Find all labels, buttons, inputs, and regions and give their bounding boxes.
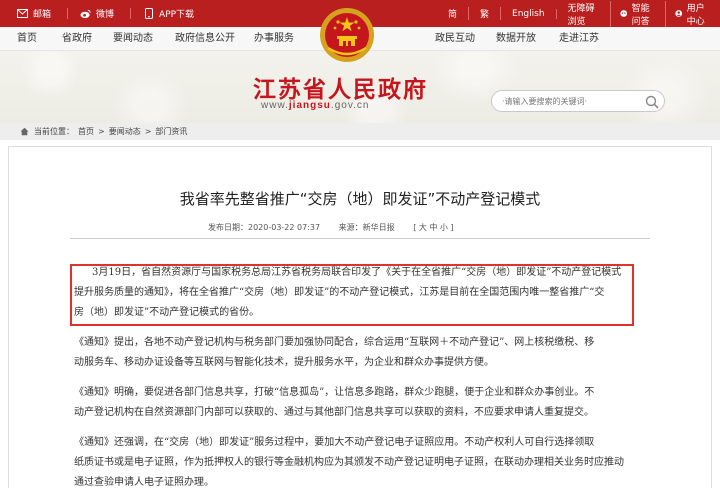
article-line: 动产登记机构在自然资源部门内部可以获取的、通过与其他部门信息共享可以获取的资料，… bbox=[74, 407, 594, 418]
traditional-chinese-link[interactable]: 繁 bbox=[469, 7, 502, 20]
app-icon bbox=[143, 8, 154, 19]
divider bbox=[130, 8, 132, 19]
breadcrumb-item-dept-news[interactable]: 部门资讯 bbox=[155, 126, 187, 137]
topbar-left: 邮箱 微博 APP下载 bbox=[0, 7, 210, 20]
smart-qa-label: 智能问答 bbox=[631, 3, 650, 27]
home-icon bbox=[20, 127, 29, 136]
mail-icon bbox=[17, 8, 28, 19]
user-icon bbox=[675, 10, 683, 17]
simplified-chinese-link[interactable]: 简 bbox=[437, 7, 470, 20]
publish-date: 发布日期：2020-03-22 07:37 bbox=[208, 223, 321, 232]
site-url-brand: jiangsu bbox=[288, 100, 331, 111]
banner-decoration bbox=[110, 71, 190, 123]
site-url-prefix: www. bbox=[261, 100, 289, 111]
article-line: 动服务车、移动办证设备等互联网与智能化技术，提升服务水平，为企业和群众办事提供方… bbox=[74, 357, 494, 368]
nav-item-home[interactable]: 首页 bbox=[17, 27, 37, 51]
mail-label: 邮箱 bbox=[33, 10, 52, 20]
mail-link[interactable]: 邮箱 bbox=[17, 7, 51, 20]
divider bbox=[67, 8, 69, 19]
user-center-label: 用户中心 bbox=[686, 3, 705, 27]
topbar-right: 简 繁 English 无障碍浏览 智能问答 用户中心 bbox=[437, 0, 720, 27]
article-line: 《通知》提出，各地不动产登记机构与税务部门要加强协同配合，综合运用“互联网＋不动… bbox=[74, 337, 595, 348]
smart-qa-link[interactable]: 智能问答 bbox=[611, 0, 667, 27]
nav-item-provincial-government[interactable]: 省政府 bbox=[62, 27, 92, 51]
breadcrumb-label: 当前位置： bbox=[34, 127, 74, 136]
weibo-icon bbox=[80, 8, 91, 19]
site-url: www.jiangsu.gov.cn bbox=[261, 100, 369, 111]
breadcrumb: 当前位置： 首页 > 要闻动态 > 部门资讯 bbox=[0, 123, 720, 140]
breadcrumb-separator: > bbox=[144, 127, 152, 136]
weibo-label: 微博 bbox=[96, 10, 115, 20]
article-line: 纸质证书或是电子证照，作为抵押权人的银行等金融机构应为其颁发不动产登记证明电子证… bbox=[74, 457, 624, 468]
nav-item-news[interactable]: 要闻动态 bbox=[113, 27, 153, 51]
app-download-link[interactable]: APP下载 bbox=[143, 7, 194, 20]
nav-item-open-data[interactable]: 数据开放 bbox=[496, 27, 536, 51]
search-input[interactable] bbox=[502, 94, 637, 109]
user-center-link[interactable]: 用户中心 bbox=[666, 1, 720, 27]
article-title: 我省率先整省推广“交房（地）即发证”不动产登记模式 bbox=[179, 190, 541, 208]
article-line: 3月19日，省自然资源厅与国家税务总局江苏省税务局联合印发了《关于在全省推广“交… bbox=[92, 267, 622, 278]
title-divider bbox=[70, 238, 650, 239]
nav-item-interaction[interactable]: 政民互动 bbox=[435, 27, 475, 51]
article-line: 《通知》明确，要促进各部门信息共享，打破“信息孤岛”，让信息多跑路，群众少跑腿，… bbox=[74, 387, 595, 398]
search-icon bbox=[645, 95, 659, 109]
robot-icon bbox=[620, 10, 628, 17]
weibo-link[interactable]: 微博 bbox=[80, 7, 114, 20]
article-meta: 发布日期：2020-03-22 07:37 来源：新华日报 [ 大 中 小 ] bbox=[208, 222, 454, 233]
national-emblem-icon bbox=[318, 6, 376, 64]
breadcrumb-item-news[interactable]: 要闻动态 bbox=[109, 126, 141, 137]
article-source: 来源：新华日报 bbox=[338, 223, 395, 232]
breadcrumb-separator: > bbox=[98, 127, 105, 136]
font-size-switcher[interactable]: [ 大 中 小 ] bbox=[413, 223, 453, 232]
accessibility-link[interactable]: 无障碍浏览 bbox=[557, 0, 612, 27]
nav-item-about-jiangsu[interactable]: 走进江苏 bbox=[559, 27, 599, 51]
breadcrumb-item-home[interactable]: 首页 bbox=[78, 126, 94, 137]
nav-item-services[interactable]: 办事服务 bbox=[254, 27, 294, 51]
banner-decoration bbox=[20, 51, 80, 101]
site-title: 江苏省人民政府 bbox=[253, 77, 428, 103]
article-line: 房（地）即发证”不动产登记模式的省份。 bbox=[74, 307, 260, 318]
app-download-label: APP下载 bbox=[159, 10, 195, 20]
english-link[interactable]: English bbox=[501, 8, 557, 19]
nav-item-info-disclosure[interactable]: 政府信息公开 bbox=[175, 27, 235, 51]
article-line: 提升服务质量的通知》，将在全省推广“交房（地）即发证”的不动产登记模式，江苏是目… bbox=[74, 287, 605, 298]
search-box bbox=[491, 90, 665, 112]
article-line: 通过查验申请人电子证照办理。 bbox=[74, 477, 214, 488]
article-line: 《通知》还强调，在“交房（地）即发证”服务过程中，要加大不动产登记电子证照应用。… bbox=[74, 437, 595, 448]
search-button[interactable] bbox=[644, 94, 660, 109]
site-url-suffix: .gov.cn bbox=[330, 100, 370, 111]
